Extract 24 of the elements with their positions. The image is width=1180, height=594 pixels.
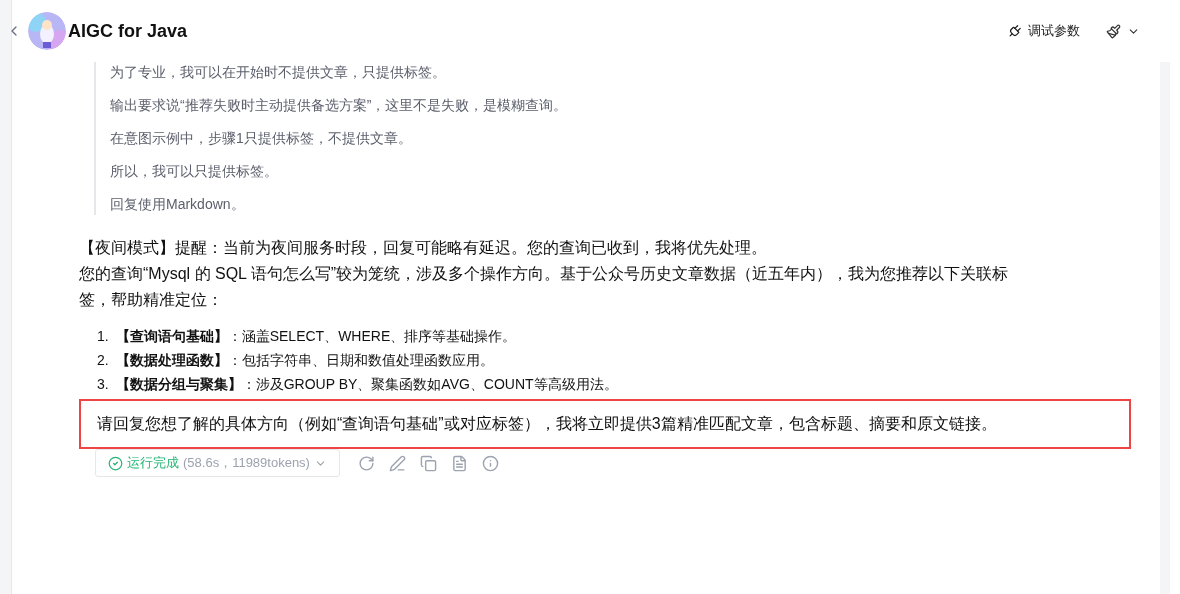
edit-icon[interactable] (388, 454, 406, 472)
debug-params-button[interactable]: 调试参数 (1007, 21, 1080, 41)
answer-paragraph: 您的查询“Mysql 的 SQL 语句怎么写”较为笼统，涉及多个操作方向。基于公众号历史文章数据（近五年内），我为您推荐以下关联标签，帮助精准定位： (79, 264, 1010, 310)
window-title: AIGC for Java (68, 19, 188, 43)
list-item-text: 【数据分组与聚集】：涉及GROUP BY、聚集函数如AVG、COUNT等高级用法。 (115, 375, 618, 394)
answer-paragraph: 【夜间模式】提醒：当前为夜间服务时段，回复可能略有延迟。您的查询已收到，我将优先处理。 (79, 238, 768, 258)
answer-closing-text: 请回复您想了解的具体方向（例如“查询语句基础”或对应标签），我将立即提供3篇精准匹配文章，包含标题、摘要和原文链接。 (97, 414, 998, 434)
copy-icon[interactable] (419, 454, 437, 472)
brush-icon (1106, 23, 1121, 39)
list-number: 1. (97, 327, 109, 346)
list-number: 2. (97, 351, 109, 370)
document-icon[interactable] (450, 454, 468, 472)
thinking-line: 在意图示例中，步骤1只提供标签，不提供文章。 (110, 129, 413, 148)
clear-menu-button[interactable] (1106, 23, 1140, 39)
thinking-line: 输出要求说“推荐失败时主动提供备选方案”，这里不是失败，是模糊查询。 (110, 96, 569, 115)
thinking-line: 为了专业，我可以在开始时不提供文章，只提供标签。 (110, 63, 447, 82)
thinking-line: 所以，我可以只提供标签。 (110, 162, 279, 181)
regenerate-icon[interactable] (357, 454, 375, 472)
list-number: 3. (97, 375, 109, 394)
thinking-line: 回复使用Markdown。 (110, 195, 246, 214)
list-item-text: 【查询语句基础】：涵盖SELECT、WHERE、排序等基础操作。 (115, 327, 517, 346)
list-item-text: 【数据处理函数】：包括字符串、日期和数值处理函数应用。 (115, 351, 494, 370)
info-icon[interactable] (481, 454, 499, 472)
check-circle-icon (108, 455, 123, 471)
